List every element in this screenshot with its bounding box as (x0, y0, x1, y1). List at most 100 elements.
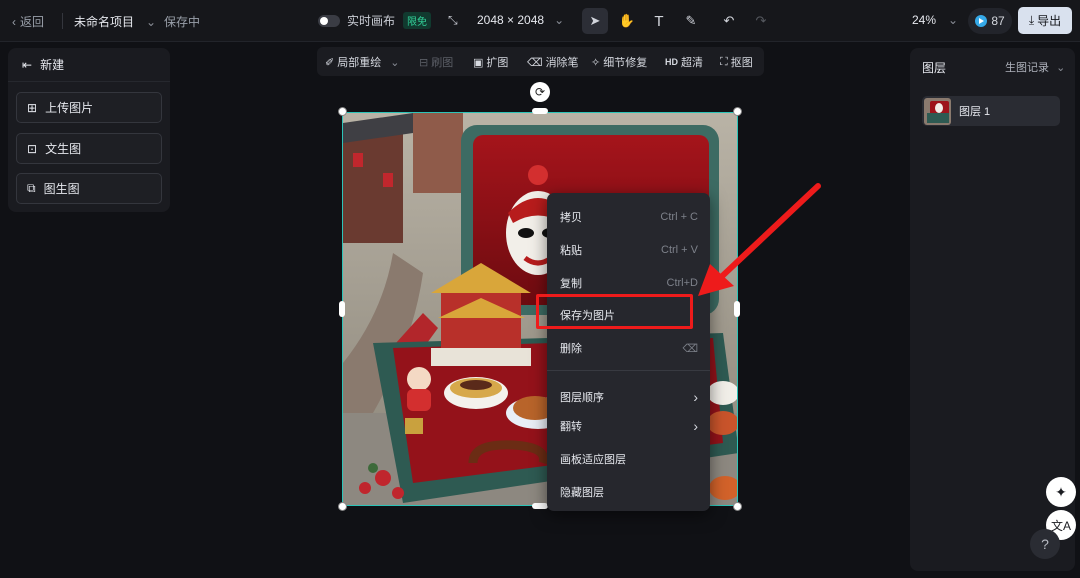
resize-handle-sw[interactable] (338, 502, 347, 511)
eraser-button[interactable]: ⌫ 消除笔 (527, 54, 579, 70)
layer-thumbnail (924, 97, 951, 125)
menu-item-paste[interactable]: 粘贴 Ctrl + V (560, 242, 698, 258)
export-label: 导出 (1037, 14, 1062, 28)
help-icon: ? (1041, 536, 1049, 552)
resize-handle-w[interactable] (339, 301, 345, 317)
menu-item-duplicate[interactable]: 复制 Ctrl+D (560, 275, 698, 291)
free-badge: 限免 (403, 12, 432, 29)
brush-tool-button[interactable]: ✎ (678, 8, 704, 34)
zoom-dropdown[interactable]: 24% ⌄ (912, 13, 958, 27)
back-button[interactable]: ‹ 返回 (12, 13, 44, 30)
brush-icon: ✐ (325, 56, 335, 69)
cutout-button[interactable]: ⛶ 抠图 (720, 54, 753, 70)
tool-group: ➤ ✋ T ✎ ↶ ↷ (582, 8, 774, 34)
text-to-image-button[interactable]: ⊡ 文生图 (16, 133, 162, 164)
menu-item-hide-layer[interactable]: 隐藏图层 (560, 484, 698, 500)
project-name-dropdown[interactable]: 未命名项目 ⌄ (74, 13, 156, 30)
credits-badge[interactable]: 87 (968, 8, 1012, 34)
app-window: ‹ 返回 未命名项目 ⌄ 保存中 实时画布 限免 ⤡ 2048 × 2048 ⌄… (0, 0, 1080, 578)
resize-handle-n[interactable] (532, 108, 548, 114)
realtime-label: 实时画布 (347, 14, 396, 28)
eraser-icon: ⌫ (527, 56, 543, 69)
inpaint-button[interactable]: ✐ 局部重绘 ⌄ (325, 54, 399, 70)
context-menu: 拷贝 Ctrl + C 粘贴 Ctrl + V 复制 Ctrl+D 保存为图片 … (547, 193, 710, 511)
inpaint-label: 局部重绘 (337, 57, 382, 69)
cutout-label: 抠图 (730, 57, 753, 69)
chevron-down-icon: ⌄ (948, 13, 959, 27)
history-label: 生图记录 (1005, 62, 1049, 74)
menu-item-flip[interactable]: 翻转 › (560, 418, 698, 434)
ai-sparkle-button[interactable]: ✦ (1046, 477, 1076, 507)
resize-handle-s[interactable] (532, 503, 548, 509)
resize-handle-se[interactable] (733, 502, 742, 511)
chevron-right-icon: › (693, 389, 698, 405)
history-dropdown[interactable]: 生图记录 ⌄ (1005, 59, 1065, 75)
menu-item-label: 图层顺序 (560, 392, 604, 404)
image-toolbar: ✐ 局部重绘 ⌄ ⊟ 刷图 ▣ 扩图 ⌫ 消除笔 ✧ 细节修复 HD 超清 ⛶ … (317, 47, 764, 76)
expand-button[interactable]: ▣ 扩图 (473, 54, 508, 70)
highlight-box (536, 294, 693, 329)
layer-item[interactable]: 图层 1 (922, 96, 1060, 126)
resize-handle-ne[interactable] (733, 107, 742, 116)
divider (62, 13, 63, 29)
chevron-down-icon: ⌄ (1056, 62, 1066, 74)
translate-icon: 文A (1050, 518, 1071, 533)
toggle-switch[interactable] (318, 14, 340, 27)
annotation-arrow-icon (698, 183, 821, 296)
select-tool-button[interactable]: ➤ (582, 8, 608, 34)
menu-item-label: 隐藏图层 (560, 487, 604, 499)
back-label: 返回 (20, 15, 45, 29)
menu-item-delete[interactable]: 删除 ⌫ (560, 340, 698, 356)
menu-item-label: 画板适应图层 (560, 454, 626, 466)
export-button[interactable]: ⤓ 导出 (1018, 7, 1072, 34)
menu-item-fit-artboard[interactable]: 画板适应图层 (560, 451, 698, 467)
collapse-left-icon: ⇤ (22, 57, 33, 72)
zoom-level: 24% (912, 13, 937, 27)
help-button[interactable]: ? (1030, 529, 1060, 559)
project-name: 未命名项目 (74, 15, 135, 29)
menu-divider (547, 370, 710, 371)
expand-icon: ▣ (473, 56, 484, 69)
new-label: 新建 (40, 58, 65, 72)
menu-item-label: 粘贴 (560, 245, 582, 257)
chevron-left-icon: ‹ (12, 14, 16, 29)
refresh-image-button[interactable]: ⊟ 刷图 (419, 54, 453, 70)
image-to-image-icon: ⧉ (27, 181, 36, 195)
canvas-size-dropdown[interactable]: 2048 × 2048 ⌄ (477, 13, 564, 27)
image-to-image-button[interactable]: ⧉ 图生图 (16, 173, 162, 204)
refresh-label: 刷图 (431, 57, 454, 69)
realtime-canvas-toggle[interactable]: 实时画布 限免 (318, 12, 432, 29)
text-tool-button[interactable]: T (646, 8, 672, 34)
top-bar: ‹ 返回 未命名项目 ⌄ 保存中 实时画布 限免 ⤡ 2048 × 2048 ⌄… (0, 0, 1080, 42)
erase-bg-icon: ⊟ (419, 56, 429, 69)
menu-item-layer-order[interactable]: 图层顺序 › (560, 389, 698, 405)
rotate-handle[interactable]: ⟳ (530, 82, 550, 102)
resize-handle-nw[interactable] (338, 107, 347, 116)
hand-tool-button[interactable]: ✋ (614, 8, 640, 34)
redo-icon: ↷ (755, 13, 767, 28)
credits-count: 87 (991, 14, 1005, 28)
image-to-image-label: 图生图 (43, 182, 80, 196)
eraser-label: 消除笔 (545, 57, 579, 69)
upload-image-label: 上传图片 (45, 101, 94, 115)
redo-button[interactable]: ↷ (748, 8, 774, 34)
sparkle-icon: ✦ (1055, 483, 1067, 500)
resize-icon[interactable]: ⤡ (448, 13, 458, 28)
text-to-image-icon: ⊡ (27, 141, 38, 156)
undo-icon: ↶ (723, 13, 735, 28)
menu-item-label: 复制 (560, 278, 582, 290)
repair-icon: ✧ (591, 56, 601, 69)
brush-icon: ✎ (685, 13, 697, 28)
upload-image-button[interactable]: ⊞ 上传图片 (16, 92, 162, 123)
upload-image-icon: ⊞ (27, 100, 38, 115)
detail-repair-button[interactable]: ✧ 细节修复 (591, 54, 647, 70)
rotate-icon: ⟳ (534, 85, 546, 99)
detail-repair-label: 细节修复 (603, 57, 648, 69)
hd-button[interactable]: HD 超清 (665, 54, 703, 70)
credit-coin-icon (975, 15, 988, 27)
undo-button[interactable]: ↶ (716, 8, 742, 34)
chevron-down-icon: ⌄ (554, 13, 565, 27)
new-header[interactable]: ⇤ 新建 (8, 48, 170, 82)
menu-item-copy[interactable]: 拷贝 Ctrl + C (560, 209, 698, 225)
save-status: 保存中 (164, 15, 201, 29)
